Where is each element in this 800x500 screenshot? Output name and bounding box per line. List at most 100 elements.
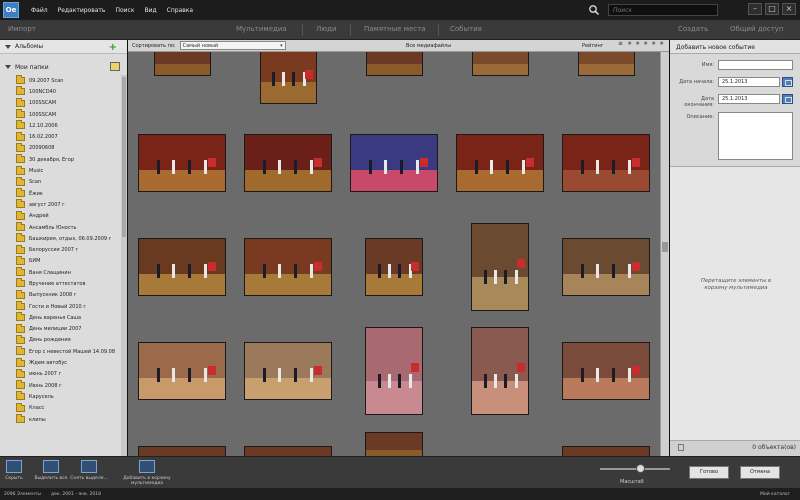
folders-header[interactable]: Мои папки (0, 60, 127, 74)
folder-item[interactable]: День милиции 2007 (0, 323, 120, 335)
photo-thumbnail[interactable] (562, 134, 650, 192)
photo-thumbnail[interactable] (456, 134, 544, 192)
folder-item[interactable]: Scan (0, 176, 120, 188)
tab-places[interactable]: Памятные места (364, 25, 426, 33)
tab-events[interactable]: События (450, 25, 482, 33)
photo-thumbnail[interactable] (153, 52, 211, 76)
folder-item[interactable]: БИМ (0, 255, 120, 267)
menu-view[interactable]: Вид (144, 7, 156, 14)
close-button[interactable]: × (782, 3, 796, 15)
folder-item[interactable]: 100SSCAM (0, 109, 120, 120)
folder-item[interactable]: Выпускник 2008 г (0, 289, 120, 301)
folder-item[interactable]: 09.2007 Scan (0, 75, 120, 86)
photo-thumbnail[interactable] (350, 134, 438, 192)
grid-scrollbar[interactable] (660, 52, 669, 456)
photo-thumbnail[interactable] (365, 432, 423, 456)
menu-search[interactable]: Поиск (115, 7, 134, 14)
folder-item[interactable]: Ансамбль Юность (0, 222, 120, 233)
scrollbar-thumb[interactable] (662, 242, 668, 252)
folder-item[interactable]: Класс (0, 402, 120, 414)
scrollbar-thumb[interactable] (122, 77, 126, 237)
star-icon[interactable]: ★ (643, 40, 648, 47)
photo-thumbnail[interactable] (562, 238, 650, 296)
event-name-input[interactable] (718, 60, 793, 70)
photo-thumbnail[interactable] (244, 238, 332, 296)
calendar-icon[interactable] (782, 77, 793, 87)
trash-icon[interactable] (678, 444, 684, 451)
photo-thumbnail[interactable] (244, 446, 332, 456)
maximize-button[interactable]: □ (765, 3, 779, 15)
menu-edit[interactable]: Редактировать (58, 7, 106, 14)
folder-view-toggle-icon[interactable] (110, 62, 120, 71)
folder-item[interactable]: Карусель (0, 391, 120, 402)
folder-item[interactable]: 100SSCAM (0, 97, 120, 109)
deselect-button[interactable]: Снять выделе... (70, 460, 108, 481)
photo-thumbnail[interactable] (562, 342, 650, 400)
minimize-button[interactable]: – (748, 3, 762, 15)
star-icon[interactable]: ★ (659, 40, 664, 47)
folder-item[interactable]: 16.02.2007 (0, 131, 120, 142)
hide-panel-button[interactable]: Скрыть (4, 460, 24, 481)
folder-item[interactable]: Белоруссия 2007 г (0, 244, 120, 255)
folder-item[interactable]: 100NCD40 (0, 86, 120, 97)
photo-thumbnail[interactable] (365, 238, 423, 296)
photo-thumbnail[interactable] (471, 327, 529, 415)
search-input[interactable] (608, 4, 718, 16)
calendar-icon[interactable] (782, 94, 793, 104)
folder-item[interactable]: День варенья Саша (0, 312, 120, 323)
cancel-button[interactable]: Отмена (740, 466, 780, 479)
status-catalog[interactable]: Мой каталог (760, 492, 790, 497)
photo-thumbnail[interactable] (244, 342, 332, 400)
folder-item[interactable]: День рождения (0, 334, 120, 346)
folder-item[interactable]: Гости и Новый 2010 г (0, 301, 120, 312)
folder-item[interactable]: Башкирия, отдых, 06.09.2009 г (0, 233, 120, 244)
description-textarea[interactable] (718, 112, 793, 160)
menu-file[interactable]: Файл (31, 7, 48, 14)
folder-item[interactable]: август 2007 г (0, 199, 120, 210)
sort-dropdown[interactable]: Самый новый (179, 41, 286, 50)
star-icon[interactable]: ★ (651, 40, 656, 47)
folder-item[interactable]: Ждем автобус (0, 357, 120, 368)
add-to-bin-button[interactable]: Добавить в корзину мультимедиа (112, 460, 182, 486)
star-icon[interactable]: ★ (635, 40, 640, 47)
menu-help[interactable]: Справка (167, 7, 193, 14)
star-icon[interactable]: ★ (627, 40, 632, 47)
folder-item[interactable]: Вручение аттестатов (0, 278, 120, 289)
photo-thumbnail[interactable] (138, 342, 226, 400)
folder-item[interactable]: Ёжик (0, 188, 120, 199)
search-icon[interactable] (588, 4, 600, 16)
tab-media[interactable]: Мультимедиа (236, 25, 287, 33)
photo-thumbnail[interactable] (138, 446, 226, 456)
tab-create[interactable]: Создать (678, 25, 708, 33)
rating-operator[interactable]: ≥ (618, 40, 623, 47)
folder-item[interactable]: июнь 2007 г (0, 368, 120, 380)
photo-thumbnail[interactable] (471, 52, 529, 76)
zoom-slider[interactable] (600, 468, 670, 470)
sidebar-scrollbar[interactable] (121, 75, 127, 456)
zoom-slider-handle[interactable] (636, 464, 645, 473)
add-album-icon[interactable]: + (109, 42, 117, 53)
start-date-field[interactable]: 25.1.2013 (718, 77, 780, 87)
photo-thumbnail[interactable] (138, 134, 226, 192)
folder-item[interactable]: Music (0, 165, 120, 176)
photo-thumbnail[interactable] (365, 327, 423, 415)
tab-import[interactable]: Импорт (8, 25, 36, 33)
folder-item[interactable]: Июнь 2008 г (0, 380, 120, 391)
photo-thumbnail[interactable] (562, 446, 650, 456)
tab-people[interactable]: Люди (316, 25, 337, 33)
photo-thumbnail[interactable] (138, 238, 226, 296)
folder-item[interactable]: 12.10.2006 (0, 120, 120, 131)
tab-share[interactable]: Общий доступ (730, 25, 784, 33)
folder-item[interactable]: клипы (0, 414, 120, 425)
select-all-button[interactable]: Выделить все (32, 460, 70, 481)
photo-thumbnail[interactable] (471, 223, 529, 311)
photo-thumbnail[interactable] (259, 52, 317, 104)
folder-item[interactable]: 30 декабря, Егор (0, 154, 120, 165)
media-bin-drop-area[interactable] (670, 166, 800, 440)
end-date-field[interactable]: 25.1.2013 (718, 94, 780, 104)
photo-thumbnail[interactable] (244, 134, 332, 192)
folder-item[interactable]: Андрей (0, 210, 120, 222)
photo-thumbnail[interactable] (365, 52, 423, 76)
done-button[interactable]: Готово (689, 466, 729, 479)
photo-thumbnail[interactable] (577, 52, 635, 76)
